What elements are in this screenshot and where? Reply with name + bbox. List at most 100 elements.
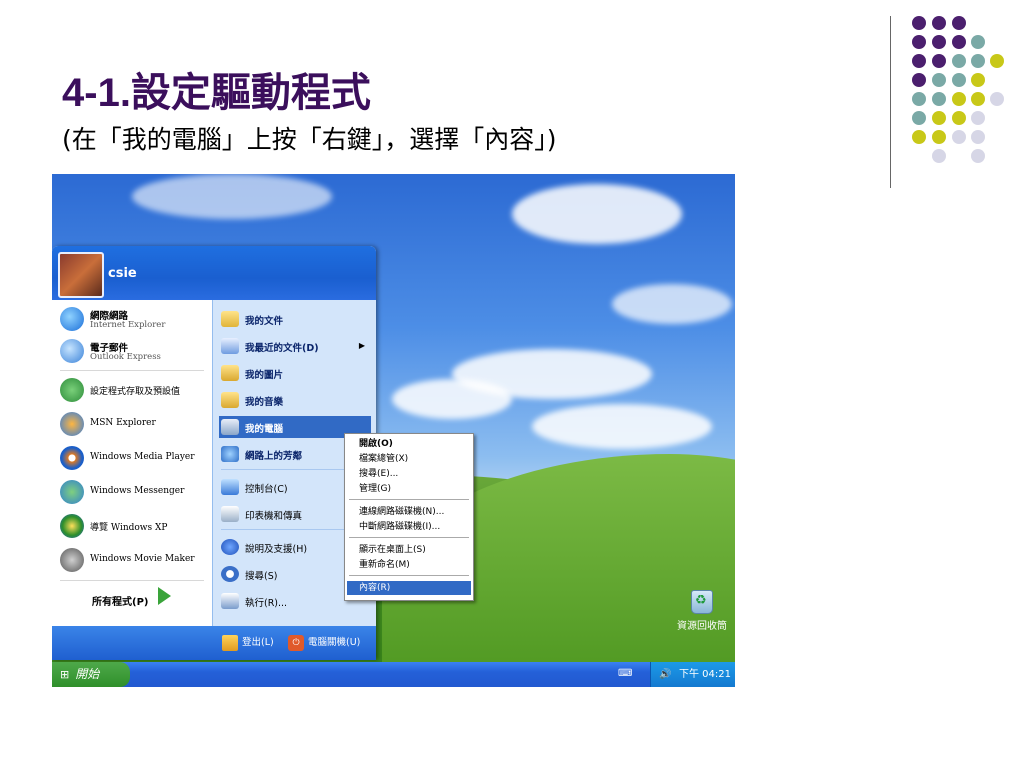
dot: [952, 130, 966, 144]
program-label: Windows Media Player: [90, 452, 195, 462]
place-recent-documents[interactable]: 我最近的文件(D) ▶: [219, 335, 371, 357]
dot: [971, 35, 985, 49]
dot: [971, 130, 985, 144]
help-label: 執行(R)...: [245, 598, 288, 609]
ctx-map-drive[interactable]: 連線網路磁碟機(N)...: [347, 505, 471, 519]
slide-subtitle: (在「我的電腦」上按「右鍵」，選擇「內容」): [62, 125, 557, 154]
xp-desktop-screenshot: 資源回收筒 csie 網際網路 Internet Explorer 電子郵件 O…: [52, 174, 735, 687]
place-label: 我最近的文件(D): [245, 343, 319, 354]
dot: [932, 16, 946, 30]
dot: [952, 92, 966, 106]
start-label: 開始: [75, 667, 100, 681]
divider-line: [890, 16, 891, 188]
cloud: [512, 184, 682, 244]
msn-butterfly-icon: [60, 412, 84, 436]
dot: [912, 111, 926, 125]
dot: [912, 130, 926, 144]
help-icon: [221, 539, 239, 555]
program-label: Windows Movie Maker: [90, 554, 195, 564]
recycle-bin-desktop-icon[interactable]: 資源回收筒: [672, 590, 732, 632]
computer-icon: [221, 419, 239, 435]
recent-program[interactable]: Windows Media Player: [58, 443, 208, 473]
tour-xp-icon: [60, 514, 84, 538]
system-label: 印表機和傳真: [245, 511, 303, 522]
recent-program[interactable]: Windows Movie Maker: [58, 545, 208, 575]
messenger-icon: [60, 480, 84, 504]
menu-separator: [60, 370, 204, 371]
place-my-documents[interactable]: 我的文件: [219, 308, 371, 330]
recent-program[interactable]: Windows Messenger: [58, 477, 208, 507]
recent-program[interactable]: MSN Explorer: [58, 409, 208, 439]
user-avatar: [58, 252, 104, 298]
windows-logo-icon: ⊞: [60, 668, 70, 681]
start-button[interactable]: ⊞ 開始: [52, 662, 130, 687]
help-label: 搜尋(S): [245, 571, 278, 582]
dot: [952, 54, 966, 68]
dot: [952, 16, 966, 30]
power-icon: ⏻: [288, 634, 304, 651]
program-label: 設定程式存取及預設值: [90, 387, 181, 397]
all-programs-arrow-icon: [158, 587, 171, 605]
system-tray: 🔊 下午 04:21: [650, 662, 735, 687]
logoff-button[interactable]: 登出(L): [222, 634, 274, 651]
dot: [971, 149, 985, 163]
control-panel-icon: [221, 479, 239, 495]
dot: [912, 92, 926, 106]
place-label: 我的文件: [245, 316, 284, 327]
recycle-bin-label: 資源回收筒: [677, 621, 727, 632]
dot: [932, 149, 946, 163]
dot: [952, 35, 966, 49]
recycle-bin-icon: [691, 590, 713, 614]
cloud: [532, 404, 712, 449]
dot: [971, 73, 985, 87]
dot: [932, 92, 946, 106]
cloud: [132, 174, 332, 219]
clock[interactable]: 下午 04:21: [679, 662, 731, 687]
ctx-properties[interactable]: 內容(R): [347, 581, 471, 595]
menu-separator: [349, 499, 469, 500]
start-menu-header: csie: [52, 246, 376, 300]
taskbar: ⊞ 開始 ⌨ 🔊 下午 04:21: [52, 662, 735, 687]
program-label: MSN Explorer: [90, 418, 156, 428]
cloud: [392, 379, 512, 419]
music-folder-icon: [221, 392, 239, 408]
dot: [932, 111, 946, 125]
dot: [952, 73, 966, 87]
recent-program[interactable]: 導覽 Windows XP: [58, 511, 208, 541]
dot: [932, 73, 946, 87]
place-my-pictures[interactable]: 我的圖片: [219, 362, 371, 384]
ctx-disconnect-drive[interactable]: 中斷網路磁碟機(I)...: [347, 520, 471, 534]
network-icon: [221, 446, 239, 462]
ctx-manage[interactable]: 管理(G): [347, 482, 471, 496]
ctx-open[interactable]: 開啟(O): [347, 437, 471, 451]
dot: [971, 92, 985, 106]
program-label: Windows Messenger: [90, 486, 185, 496]
program-label: 導覽 Windows XP: [90, 523, 168, 533]
ctx-search[interactable]: 搜尋(E)...: [347, 467, 471, 481]
slide-title: 4-1.設定驅動程式: [62, 71, 371, 115]
system-label: 控制台(C): [245, 484, 288, 495]
place-label: 我的圖片: [245, 370, 284, 381]
place-my-music[interactable]: 我的音樂: [219, 389, 371, 411]
shutdown-button[interactable]: ⏻ 電腦關機(U): [288, 634, 360, 651]
ctx-rename[interactable]: 重新命名(M): [347, 558, 471, 572]
ctx-show-on-desktop[interactable]: 顯示在桌面上(S): [347, 543, 471, 557]
movie-maker-icon: [60, 548, 84, 572]
menu-separator: [349, 575, 469, 576]
pinned-sub: Outlook Express: [90, 352, 161, 362]
place-label: 我的電腦: [245, 424, 284, 435]
internet-explorer-icon: [60, 307, 84, 331]
speaker-icon[interactable]: 🔊: [659, 662, 671, 687]
keyboard-icon[interactable]: ⌨: [618, 668, 632, 680]
menu-separator: [60, 580, 204, 581]
ctx-explore[interactable]: 檔案總管(X): [347, 452, 471, 466]
key-icon: [222, 634, 238, 651]
recent-program[interactable]: 設定程式存取及預設值: [58, 375, 208, 405]
pinned-outlook-express[interactable]: 電子郵件 Outlook Express: [58, 336, 208, 366]
all-programs-button[interactable]: 所有程式(P): [92, 593, 148, 608]
user-name: csie: [108, 266, 137, 281]
pinned-internet-explorer[interactable]: 網際網路 Internet Explorer: [58, 304, 208, 334]
dot: [971, 54, 985, 68]
place-label: 我的音樂: [245, 397, 284, 408]
dot: [990, 92, 1004, 106]
